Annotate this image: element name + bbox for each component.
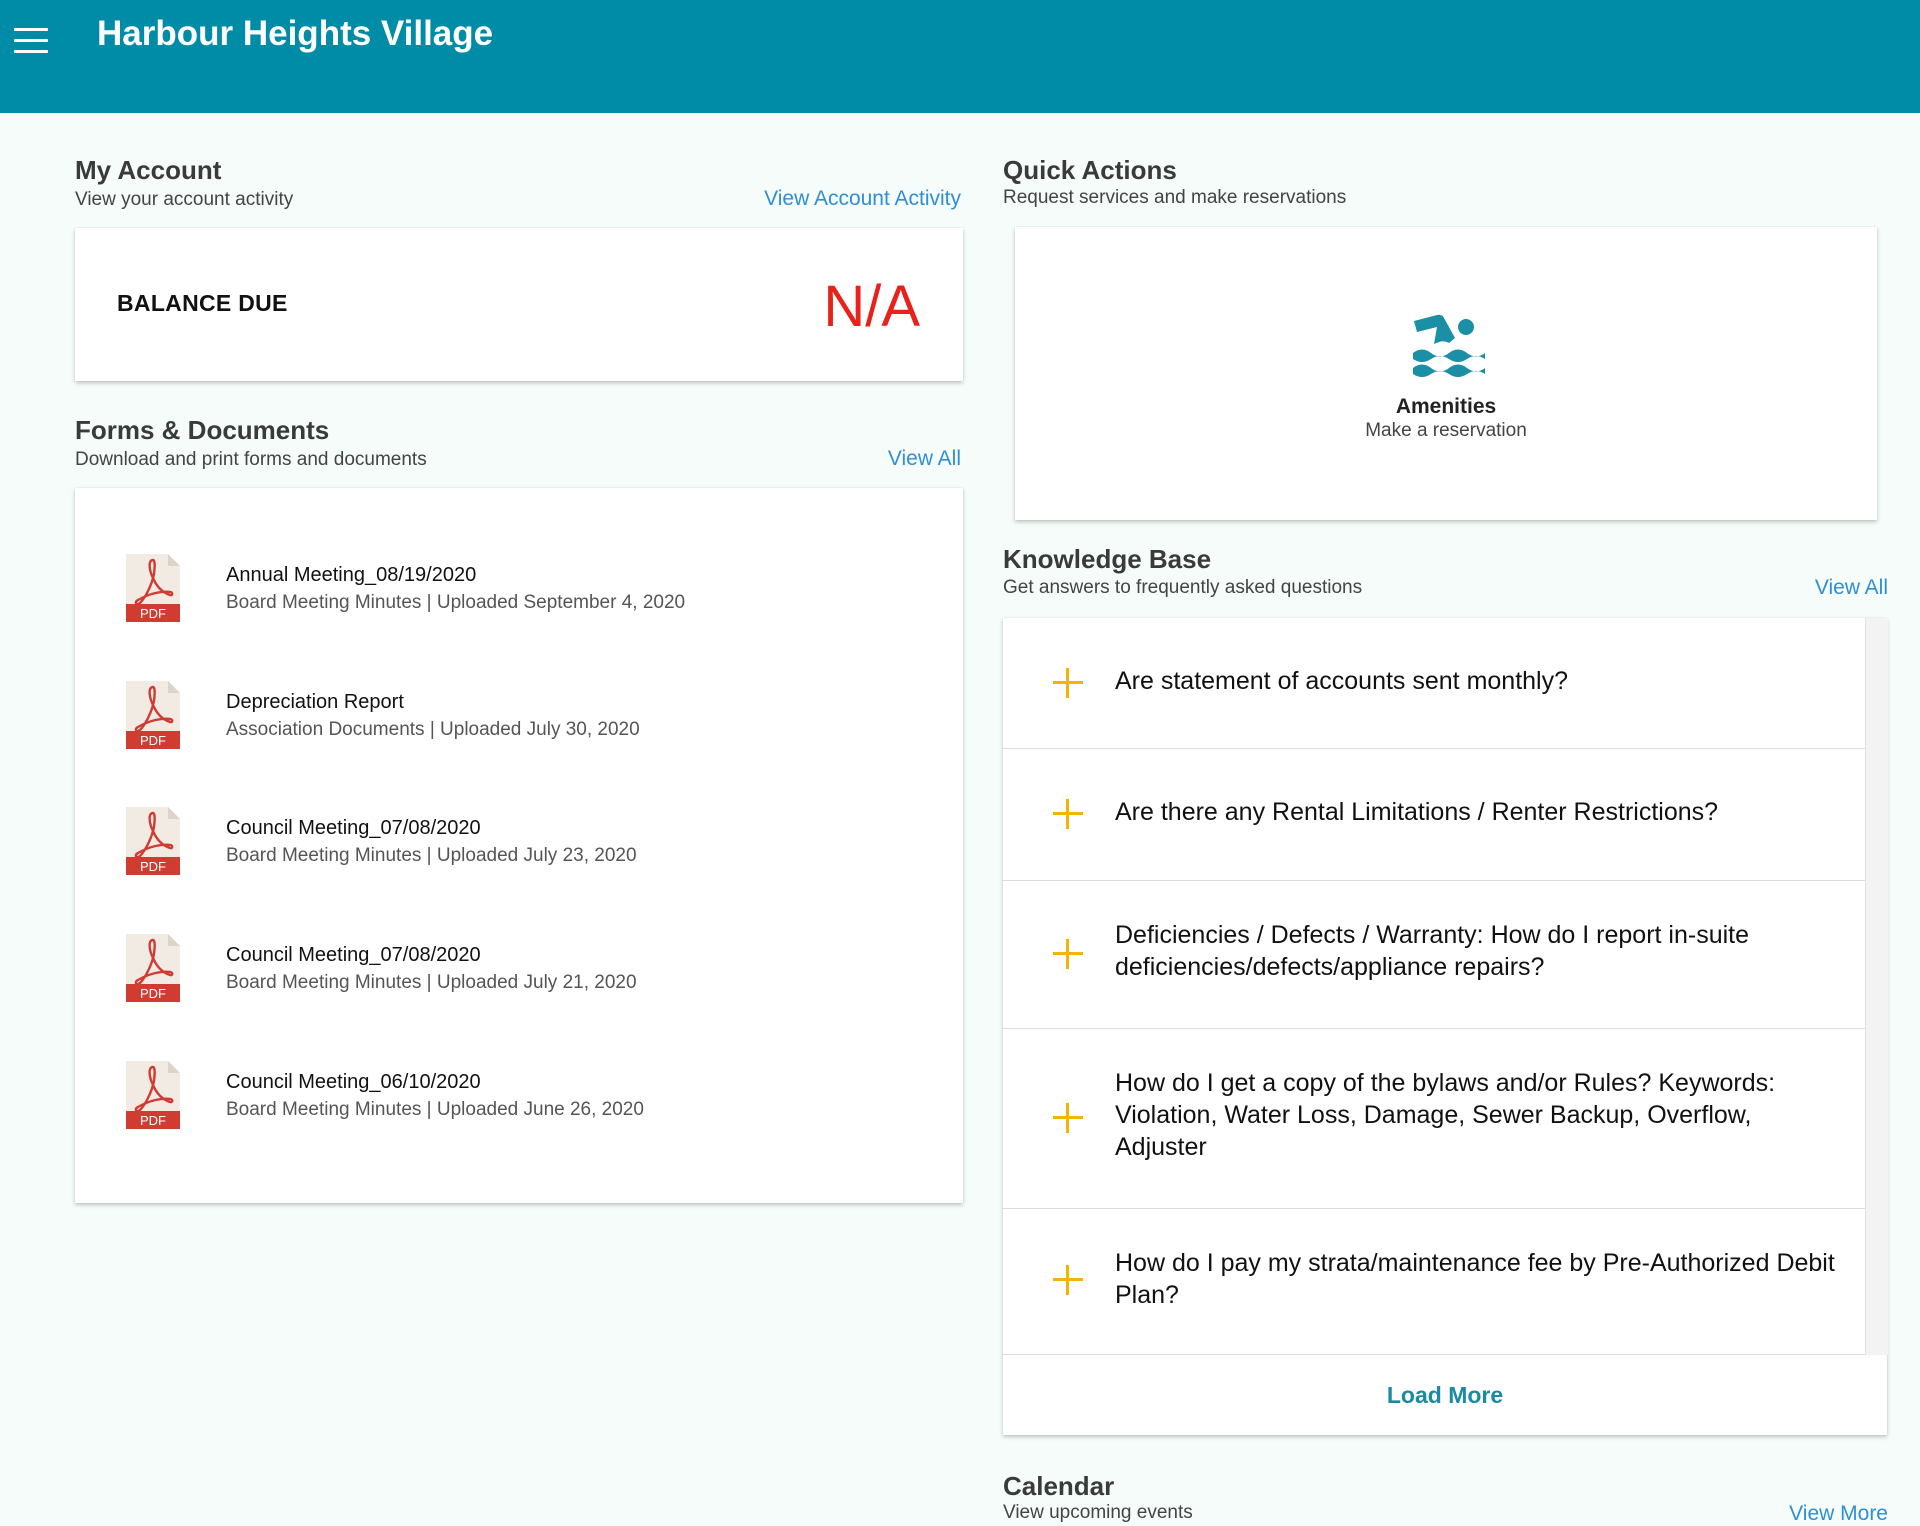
- document-meta: Association Documents | Uploaded July 30…: [226, 719, 640, 740]
- calendar-view-more-link[interactable]: View More: [1789, 1502, 1888, 1526]
- document-meta: Board Meeting Minutes | Uploaded Septemb…: [226, 592, 686, 613]
- document-item[interactable]: PDF Council Meeting_07/08/2020 Board Meeti…: [75, 799, 963, 899]
- balance-due-value: N/A: [823, 274, 920, 339]
- balance-card: BALANCE DUE N/A: [75, 228, 963, 381]
- faq-item[interactable]: How do I get a copy of the bylaws and/or…: [1003, 1029, 1865, 1209]
- faq-question[interactable]: Are statement of accounts sent monthly?: [1115, 665, 1835, 697]
- document-item[interactable]: PDF Council Meeting_06/10/2020 Board Meeti…: [75, 1053, 963, 1153]
- forms-documents-title: Forms & Documents: [75, 415, 330, 445]
- pdf-badge-label: PDF: [140, 859, 166, 874]
- faq-question[interactable]: Are there any Rental Limitations / Rente…: [1115, 796, 1835, 828]
- my-account-title: My Account: [75, 155, 222, 185]
- forms-documents-subtitle: Download and print forms and documents: [75, 449, 427, 470]
- document-title[interactable]: Council Meeting_06/10/2020: [226, 1071, 481, 1094]
- document-title[interactable]: Council Meeting_07/08/2020: [226, 817, 481, 840]
- pdf-badge-label: PDF: [140, 606, 166, 621]
- expand-plus-icon[interactable]: [1053, 799, 1083, 829]
- pdf-file-icon: PDF: [126, 554, 180, 622]
- knowledge-base-subtitle: Get answers to frequently asked question…: [1003, 577, 1363, 598]
- faq-item[interactable]: Deficiencies / Defects / Warranty: How d…: [1003, 881, 1865, 1029]
- document-meta: Board Meeting Minutes | Uploaded July 21…: [226, 972, 637, 993]
- document-item[interactable]: PDF Council Meeting_07/08/2020 Board Meeti…: [75, 926, 963, 1026]
- my-account-subtitle: View your account activity: [75, 189, 294, 210]
- amenities-subtitle: Make a reservation: [1365, 420, 1527, 441]
- faq-item[interactable]: Are statement of accounts sent monthly?: [1003, 618, 1865, 749]
- pdf-file-icon: PDF: [126, 807, 180, 875]
- balance-due-label: BALANCE DUE: [117, 290, 288, 316]
- faq-question[interactable]: Deficiencies / Defects / Warranty: How d…: [1115, 919, 1835, 983]
- calendar-subtitle: View upcoming events: [1003, 1502, 1193, 1523]
- pdf-file-icon: PDF: [126, 681, 180, 749]
- pdf-badge-label: PDF: [140, 986, 166, 1001]
- quick-actions-subtitle: Request services and make reservations: [1003, 187, 1347, 208]
- knowledge-base-view-all-link[interactable]: View All: [1815, 576, 1888, 600]
- expand-plus-icon[interactable]: [1053, 939, 1083, 969]
- document-title[interactable]: Council Meeting_07/08/2020: [226, 944, 481, 967]
- document-meta: Board Meeting Minutes | Uploaded July 23…: [226, 845, 637, 866]
- app-title: Harbour Heights Village: [97, 14, 494, 53]
- amenities-card[interactable]: Amenities Make a reservation: [1015, 227, 1877, 520]
- knowledge-base-scrollbar[interactable]: [1865, 618, 1888, 1355]
- faq-item[interactable]: How do I pay my strata/maintenance fee b…: [1003, 1209, 1865, 1355]
- faq-question[interactable]: How do I get a copy of the bylaws and/or…: [1115, 1067, 1835, 1163]
- hamburger-menu-icon[interactable]: [14, 28, 48, 54]
- documents-card: PDF Annual Meeting_08/19/2020 Board Meetin…: [75, 488, 963, 1203]
- view-account-activity-link[interactable]: View Account Activity: [764, 187, 961, 211]
- pdf-badge-label: PDF: [140, 1113, 166, 1128]
- document-item[interactable]: PDF Depreciation Report Association Docume…: [75, 673, 963, 773]
- top-app-bar: Harbour Heights Village: [0, 0, 1920, 113]
- expand-plus-icon[interactable]: [1053, 668, 1083, 698]
- faq-item[interactable]: Are there any Rental Limitations / Rente…: [1003, 749, 1865, 881]
- load-more-button[interactable]: Load More: [1003, 1355, 1887, 1435]
- pdf-file-icon: PDF: [126, 934, 180, 1002]
- pdf-file-icon: PDF: [126, 1061, 180, 1129]
- amenities-title: Amenities: [1395, 395, 1497, 418]
- expand-plus-icon[interactable]: [1053, 1103, 1083, 1133]
- knowledge-base-card: Are statement of accounts sent monthly? A…: [1003, 618, 1888, 1435]
- document-title[interactable]: Annual Meeting_08/19/2020: [226, 564, 476, 587]
- expand-plus-icon[interactable]: [1053, 1265, 1083, 1295]
- documents-view-all-link[interactable]: View All: [888, 447, 961, 471]
- document-item[interactable]: PDF Annual Meeting_08/19/2020 Board Meetin…: [75, 546, 963, 646]
- pdf-badge-label: PDF: [140, 733, 166, 748]
- document-meta: Board Meeting Minutes | Uploaded June 26…: [226, 1099, 644, 1120]
- document-title[interactable]: Depreciation Report: [226, 691, 404, 714]
- amenities-action[interactable]: Amenities Make a reservation: [1015, 227, 1877, 520]
- calendar-title: Calendar: [1003, 1471, 1115, 1501]
- knowledge-base-title: Knowledge Base: [1003, 544, 1212, 574]
- faq-question[interactable]: How do I pay my strata/maintenance fee b…: [1115, 1247, 1835, 1311]
- swimmer-icon: [1413, 314, 1485, 377]
- quick-actions-title: Quick Actions: [1003, 155, 1177, 185]
